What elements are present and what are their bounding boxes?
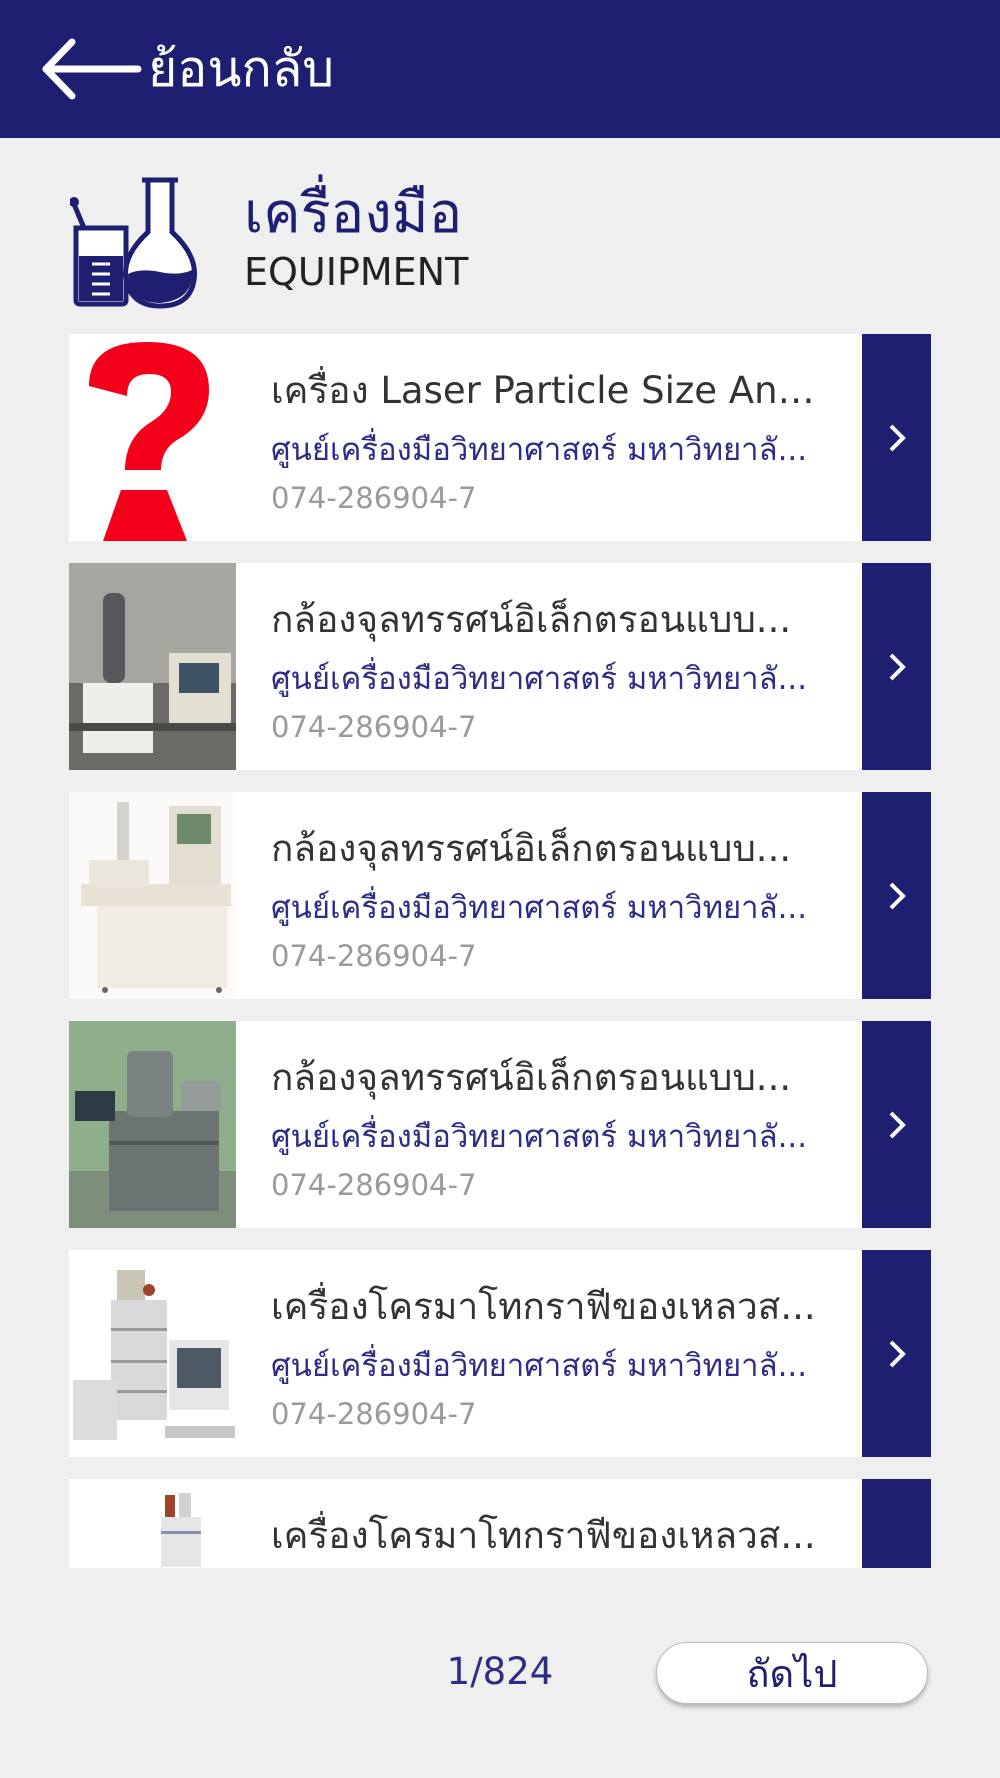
lab-flask-icon <box>70 177 198 309</box>
item-phone: 074-286904-7 <box>271 481 477 515</box>
item-detail-button[interactable] <box>862 1021 931 1228</box>
hplc-photo <box>69 1479 236 1568</box>
item-title: กล้องจุลทรรศน์อิเล็กตรอนแบบ... <box>271 1056 792 1099</box>
chevron-right-icon <box>889 1340 906 1367</box>
item-detail-button[interactable] <box>862 792 931 999</box>
item-detail-button[interactable] <box>862 563 931 770</box>
equipment-thumbnail <box>69 1250 236 1457</box>
back-button[interactable]: ย้อนกลับ <box>0 0 334 138</box>
list-item[interactable]: เครื่องโครมาโทกราฟีของเหลวส... <box>69 1479 931 1568</box>
question-mark-icon <box>69 334 236 541</box>
list-item[interactable]: กล้องจุลทรรศน์อิเล็กตรอนแบบ... ศูนย์เครื… <box>69 563 931 770</box>
back-button-label: ย้อนกลับ <box>148 40 335 98</box>
equipment-list[interactable]: เครื่อง Laser Particle Size Ana... ศูนย์… <box>69 334 931 1568</box>
list-item[interactable]: เครื่อง Laser Particle Size Ana... ศูนย์… <box>69 334 931 541</box>
item-organization: ศูนย์เครื่องมือวิทยาศาสตร์ มหาวิทยาลั... <box>271 432 808 468</box>
section-title: เครื่องมือ <box>244 181 463 246</box>
equipment-thumbnail <box>69 792 236 999</box>
section-heading: เครื่องมือ EQUIPMENT <box>70 176 950 316</box>
section-subtitle: EQUIPMENT <box>244 250 469 294</box>
chevron-right-icon <box>889 1111 906 1138</box>
microscope-photo <box>69 792 236 999</box>
chevron-right-icon <box>886 1567 908 1569</box>
item-phone: 074-286904-7 <box>271 939 477 973</box>
hplc-photo <box>69 1250 236 1457</box>
chevron-right-icon <box>889 424 906 451</box>
item-organization: ศูนย์เครื่องมือวิทยาศาสตร์ มหาวิทยาลั... <box>271 1119 808 1155</box>
chevron-right-icon <box>889 653 906 680</box>
item-detail-button[interactable] <box>862 1250 931 1457</box>
item-title: เครื่อง Laser Particle Size Ana... <box>271 369 831 412</box>
item-title: เครื่องโครมาโทกราฟีของเหลวส... <box>271 1285 816 1328</box>
item-detail-button[interactable] <box>862 1479 931 1568</box>
equipment-thumbnail <box>69 563 236 770</box>
list-item[interactable]: กล้องจุลทรรศน์อิเล็กตรอนแบบ... ศูนย์เครื… <box>69 792 931 999</box>
list-item[interactable]: กล้องจุลทรรศน์อิเล็กตรอนแบบ... ศูนย์เครื… <box>69 1021 931 1228</box>
item-phone: 074-286904-7 <box>271 1397 477 1431</box>
item-detail-button[interactable] <box>862 334 931 541</box>
item-title: เครื่องโครมาโทกราฟีของเหลวส... <box>271 1514 816 1557</box>
equipment-thumbnail <box>69 334 236 541</box>
item-organization: ศูนย์เครื่องมือวิทยาศาสตร์ มหาวิทยาลั... <box>271 661 808 697</box>
item-title: กล้องจุลทรรศน์อิเล็กตรอนแบบ... <box>271 598 792 641</box>
microscope-photo <box>69 1021 236 1228</box>
equipment-thumbnail <box>69 1479 236 1568</box>
page-indicator: 1/824 <box>446 1650 554 1693</box>
item-title: กล้องจุลทรรศน์อิเล็กตรอนแบบ... <box>271 827 792 870</box>
item-phone: 074-286904-7 <box>271 710 477 744</box>
item-organization: ศูนย์เครื่องมือวิทยาศาสตร์ มหาวิทยาลั... <box>271 890 808 926</box>
equipment-thumbnail <box>69 1021 236 1228</box>
microscope-photo <box>69 563 236 770</box>
back-arrow-icon <box>42 38 142 100</box>
item-organization: ศูนย์เครื่องมือวิทยาศาสตร์ มหาวิทยาลั... <box>271 1348 808 1384</box>
next-page-button[interactable]: ถัดไป <box>656 1642 928 1704</box>
chevron-right-icon <box>889 882 906 909</box>
item-phone: 074-286904-7 <box>271 1168 477 1202</box>
app-header: ย้อนกลับ <box>0 0 1000 138</box>
list-item[interactable]: เครื่องโครมาโทกราฟีของเหลวส... ศูนย์เครื… <box>69 1250 931 1457</box>
pagination: 1/824 ถัดไป <box>0 1620 1000 1730</box>
